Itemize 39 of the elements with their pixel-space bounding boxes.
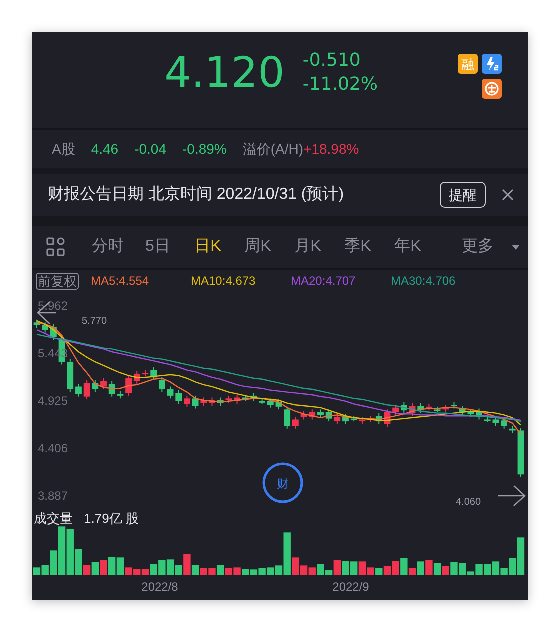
period-tab[interactable]: 年K (386, 235, 430, 259)
moving-average-name: MA20 (291, 273, 322, 290)
percent-change: -11.02% (302, 76, 378, 94)
price-axis-label: 3.887 (38, 489, 68, 503)
low-price-label: 4.060 (456, 497, 482, 508)
a-share-percent: -0.89% (182, 140, 227, 158)
moving-average-name: MA5 (91, 273, 116, 290)
date-axis-label: 2022/8 (142, 580, 178, 594)
high-price-label: 5.770 (82, 316, 108, 327)
moving-average-value: :4.706 (422, 273, 456, 290)
adjust-tag[interactable]: 前复权 (36, 272, 79, 290)
a-share-label: A股 (52, 140, 76, 158)
volume-value: 1.79亿 股 (84, 512, 139, 526)
premium-label: 溢价(A/H) (242, 140, 304, 159)
moving-average-value: :4.673 (222, 273, 256, 290)
stock-price: 4.120 (164, 52, 285, 94)
remind-button[interactable]: 提醒 (440, 182, 486, 208)
period-tab[interactable]: 分时 (86, 235, 130, 259)
earnings-marker[interactable]: 财 (262, 462, 304, 504)
period-tab[interactable]: 日K (186, 235, 230, 259)
volume-label: 成交量 (34, 512, 73, 526)
moving-average-value: :4.554 (116, 273, 150, 290)
period-tab[interactable]: 月K (286, 235, 330, 259)
a-share-price: 4.46 (91, 140, 119, 158)
premium-value: +18.98% (304, 140, 360, 158)
period-tab[interactable]: 5日 (136, 235, 180, 259)
date-axis-label: 2022/9 (332, 580, 370, 594)
moving-average-name: MA10 (191, 273, 222, 290)
price-axis-label: 4.406 (38, 441, 68, 456)
price-change: -0.510 (302, 52, 362, 70)
more-dropdown[interactable]: 更多 (462, 235, 520, 259)
period-tab[interactable]: 周K (236, 235, 280, 259)
moving-average-value: :4.707 (322, 273, 356, 290)
earnings-date-notice: 财报公告日期 北京时间 2022/10/31 (预计) (48, 184, 346, 205)
period-tab[interactable]: 季K (336, 235, 380, 259)
moving-average-name: MA30 (391, 273, 422, 290)
a-share-change: -0.04 (134, 140, 167, 158)
price-axis-label: 4.925 (38, 394, 68, 408)
margin-badge: 融 (458, 54, 478, 74)
